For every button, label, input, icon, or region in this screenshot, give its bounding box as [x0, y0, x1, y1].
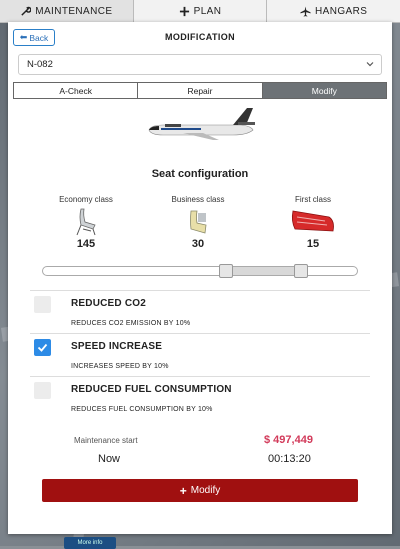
aircraft-select[interactable]: N-082 — [18, 54, 382, 75]
business-seat-icon — [190, 210, 207, 234]
chevron-down-icon — [366, 62, 374, 67]
option-name: REDUCED FUEL CONSUMPTION — [71, 384, 232, 395]
option-desc: INCREASES SPEED BY 10% — [71, 363, 169, 370]
option-name: REDUCED CO2 — [71, 298, 146, 309]
option-desc: REDUCES FUEL CONSUMPTION BY 10% — [71, 406, 213, 413]
tab-plan[interactable]: PLAN — [134, 0, 268, 22]
tab-label: MAINTENANCE — [35, 5, 113, 17]
mode-repair[interactable]: Repair — [138, 83, 263, 98]
seat-slider[interactable] — [42, 264, 358, 278]
checkbox[interactable] — [34, 296, 51, 313]
first-class-label: First class — [295, 195, 331, 204]
wrench-icon — [21, 6, 32, 16]
plus-icon — [179, 6, 189, 16]
airplane-icon — [300, 5, 311, 17]
more-info-button[interactable]: More info — [64, 537, 116, 549]
slider-handle-economy[interactable] — [219, 264, 233, 278]
first-class-count: 15 — [306, 238, 320, 250]
maintenance-start-label: Maintenance start — [74, 436, 138, 445]
option-name: SPEED INCREASE — [71, 341, 163, 352]
business-class-label: Business class — [171, 195, 225, 204]
business-class: Business class 30 — [153, 195, 243, 250]
page-title: MODIFICATION — [164, 32, 236, 42]
checkbox[interactable] — [34, 382, 51, 399]
check-icon — [37, 343, 48, 352]
slider-handle-business[interactable] — [294, 264, 308, 278]
aircraft-image — [148, 108, 255, 140]
option-desc: REDUCES CO2 EMISSION BY 10% — [71, 320, 191, 327]
plus-icon: + — [179, 483, 187, 498]
tab-hangars[interactable]: HANGARS — [267, 0, 400, 22]
option-reduced-co2[interactable]: REDUCED CO2 REDUCES CO2 EMISSION BY 10% — [30, 290, 370, 334]
first-class: First class 15 — [268, 195, 358, 250]
economy-class-count: 145 — [76, 238, 96, 250]
modification-panel: ⬅ Back MODIFICATION N-082 A-Check Repair… — [8, 22, 392, 534]
economy-seat-icon — [76, 208, 96, 236]
option-speed-increase[interactable]: SPEED INCREASE INCREASES SPEED BY 10% — [30, 333, 370, 377]
modify-label: Modify — [190, 485, 221, 496]
top-tabs: MAINTENANCE PLAN HANGARS — [0, 0, 400, 23]
price-value: $ 497,449 — [264, 434, 313, 446]
tab-maintenance[interactable]: MAINTENANCE — [0, 0, 134, 22]
modify-button[interactable]: + Modify — [42, 479, 358, 502]
first-class-seat-icon — [291, 210, 334, 232]
option-reduced-fuel[interactable]: REDUCED FUEL CONSUMPTION REDUCES FUEL CO… — [30, 376, 370, 420]
tab-label: PLAN — [193, 5, 222, 17]
slider-range — [226, 267, 301, 275]
economy-class: Economy class 145 — [41, 195, 131, 250]
business-class-count: 30 — [191, 238, 205, 250]
mode-segmented-control: A-Check Repair Modify — [13, 82, 387, 99]
start-value: Now — [98, 453, 121, 465]
seat-config-title: Seat configuration — [151, 168, 249, 180]
duration-value: 00:13:20 — [268, 453, 311, 465]
tab-label: HANGARS — [315, 5, 368, 17]
checkbox[interactable] — [34, 339, 51, 356]
aircraft-select-value: N-082 — [27, 59, 53, 70]
mode-a-check[interactable]: A-Check — [14, 83, 139, 98]
mode-modify[interactable]: Modify — [262, 83, 386, 98]
economy-class-label: Economy class — [59, 195, 113, 204]
